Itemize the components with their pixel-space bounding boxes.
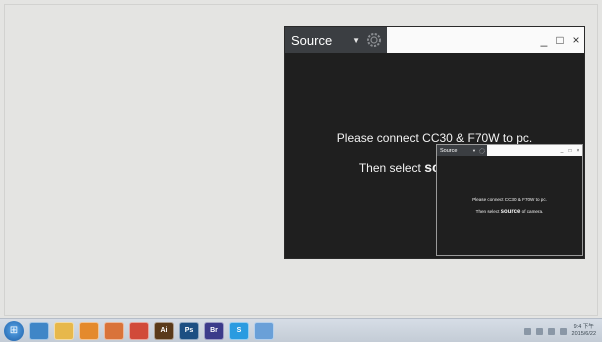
network-icon[interactable] — [547, 327, 555, 335]
app-orange-icon[interactable] — [104, 321, 124, 340]
select-suffix-secondary: of camera. — [521, 209, 544, 214]
title-bar[interactable]: Source ▼ _ □ × — [285, 27, 584, 53]
maximize-button[interactable]: □ — [552, 27, 568, 53]
maximize-button-secondary[interactable]: □ — [566, 145, 574, 156]
title-spacer — [387, 27, 536, 53]
volume-icon[interactable] — [559, 327, 567, 335]
source-dropdown[interactable]: Source ▼ — [285, 27, 387, 53]
connect-message: Please connect CC30 & F70W to pc. — [336, 131, 533, 145]
clock[interactable]: 9:4 下午 2015/6/22 — [572, 324, 596, 338]
preview-area-secondary: Please connect CC30 & F70W to pc. Then s… — [437, 156, 582, 255]
source-dropdown-secondary[interactable]: Source ▼ — [437, 145, 487, 156]
taskbar: ⊞ Ai Ps Br S 9:4 下午 2015/6/22 — [0, 318, 602, 342]
folder-icon[interactable] — [54, 321, 74, 340]
chevron-down-icon: ▼ — [352, 35, 360, 45]
explorer-icon[interactable] — [29, 321, 49, 340]
taskbar-apps: Ai Ps Br S — [24, 321, 274, 340]
system-tray: 9:4 下午 2015/6/22 — [523, 322, 596, 340]
chevron-down-icon: ▼ — [472, 148, 476, 153]
close-button-secondary[interactable]: × — [574, 145, 582, 156]
source-label-secondary: Source — [440, 147, 458, 154]
clock-time: 9:4 下午 — [573, 324, 594, 330]
select-source-message-secondary: Then select source of camera. — [476, 209, 544, 215]
illustrator-icon[interactable]: Ai — [154, 321, 174, 340]
media-icon[interactable] — [79, 321, 99, 340]
chrome-icon[interactable] — [129, 321, 149, 340]
bridge-icon[interactable]: Br — [204, 321, 224, 340]
title-spacer-secondary — [487, 145, 558, 156]
connect-message-secondary: Please connect CC30 & F70W to pc. — [472, 197, 547, 202]
gear-icon[interactable] — [478, 147, 486, 155]
photo-viewer-icon[interactable] — [254, 321, 274, 340]
gear-icon[interactable] — [364, 30, 384, 50]
clock-date: 2015/6/22 — [571, 331, 596, 337]
title-bar-secondary[interactable]: Source ▼ _ □ × — [437, 145, 582, 156]
skype-icon[interactable]: S — [229, 321, 249, 340]
windows-orb-icon[interactable]: ⊞ — [4, 320, 24, 341]
select-prefix: Then select — [358, 161, 421, 175]
minimize-button[interactable]: _ — [536, 27, 552, 53]
minimize-button-secondary[interactable]: _ — [558, 145, 566, 156]
tray-icon[interactable] — [523, 327, 531, 335]
source-label: Source — [291, 32, 333, 48]
select-prefix-secondary: Then select — [475, 209, 500, 214]
app-window-secondary: Source ▼ _ □ × Please connect CC30 & F70… — [436, 144, 583, 256]
photoshop-icon[interactable]: Ps — [179, 321, 199, 340]
source-keyword-secondary: source — [500, 209, 521, 215]
close-button[interactable]: × — [568, 27, 584, 53]
tray-icon[interactable] — [535, 327, 543, 335]
